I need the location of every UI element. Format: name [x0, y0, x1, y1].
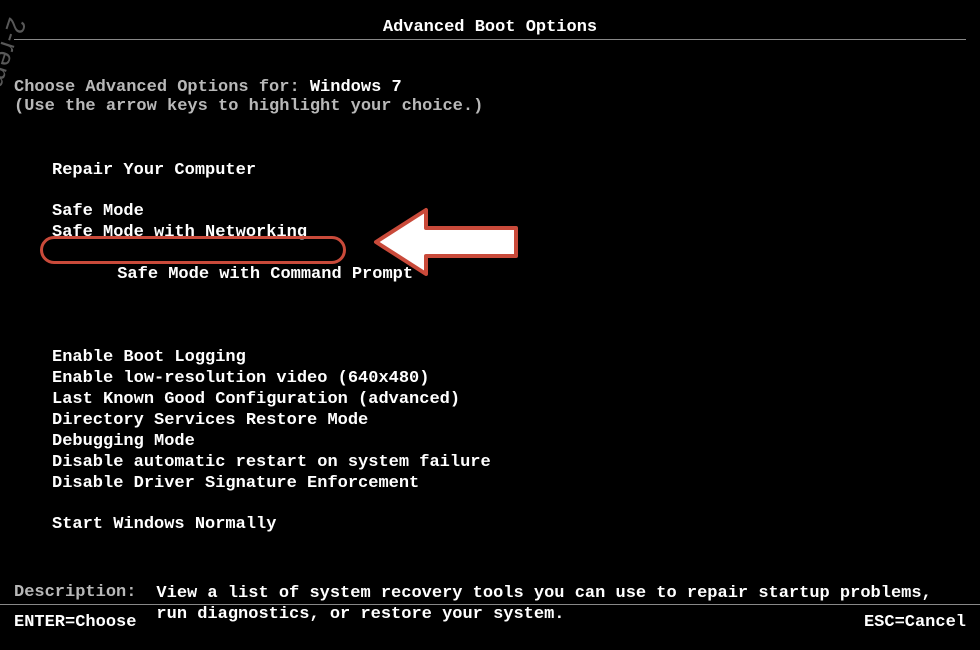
choose-prefix: Choose Advanced Options for:: [14, 78, 310, 97]
hint-line: (Use the arrow keys to highlight your ch…: [14, 97, 966, 116]
footer-enter: ENTER=Choose: [14, 613, 136, 632]
os-name: Windows 7: [310, 78, 402, 97]
page-title: Advanced Boot Options: [14, 0, 966, 37]
menu-safe-mode-networking[interactable]: Safe Mode with Networking: [52, 222, 966, 243]
description-label: Description:: [14, 583, 136, 602]
menu-no-driver-sig[interactable]: Disable Driver Signature Enforcement: [52, 473, 966, 494]
footer-bar: ENTER=Choose ESC=Cancel: [0, 604, 980, 632]
menu-safe-mode[interactable]: Safe Mode: [52, 201, 966, 222]
menu-boot-logging[interactable]: Enable Boot Logging: [52, 347, 966, 368]
menu-lkgc[interactable]: Last Known Good Configuration (advanced): [52, 389, 966, 410]
menu-safe-mode-cmd-label: Safe Mode with Command Prompt: [117, 265, 413, 284]
boot-menu: Repair Your Computer Safe Mode Safe Mode…: [14, 116, 966, 535]
menu-debug[interactable]: Debugging Mode: [52, 431, 966, 452]
menu-start-normal[interactable]: Start Windows Normally: [52, 514, 966, 535]
menu-repair[interactable]: Repair Your Computer: [52, 160, 966, 181]
menu-safe-mode-cmd[interactable]: Safe Mode with Command Prompt: [52, 243, 417, 327]
footer-esc: ESC=Cancel: [864, 613, 966, 632]
menu-ds-restore[interactable]: Directory Services Restore Mode: [52, 410, 966, 431]
menu-no-auto-restart[interactable]: Disable automatic restart on system fail…: [52, 452, 966, 473]
choose-line: Choose Advanced Options for: Windows 7: [14, 40, 966, 97]
menu-low-res[interactable]: Enable low-resolution video (640x480): [52, 368, 966, 389]
